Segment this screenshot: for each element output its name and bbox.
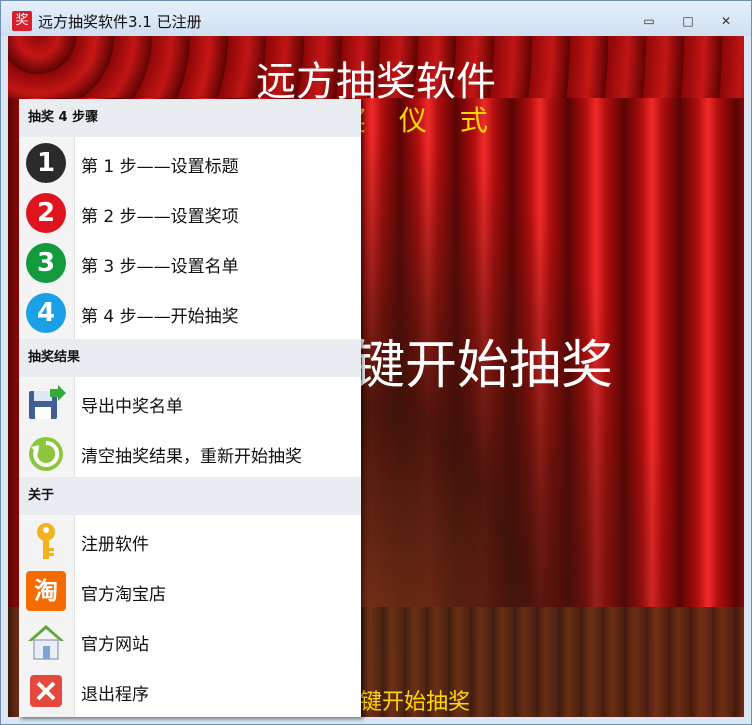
menu-item-taobao[interactable]: 淘 官方淘宝店 [19, 566, 361, 616]
menu-item-label: 第 1 步——设置标题 [81, 157, 239, 177]
menu-item-step-2[interactable]: 2 第 2 步——设置奖项 [19, 188, 361, 238]
context-menu: 抽奖 4 步骤 1 第 1 步——设置标题 2 第 2 步——设置奖项 3 第 … [19, 99, 361, 717]
refresh-icon [29, 437, 63, 471]
menu-item-step-1[interactable]: 1 第 1 步——设置标题 [19, 138, 361, 188]
menu-item-clear-results[interactable]: 清空抽奖结果，重新开始抽奖 [19, 428, 361, 478]
window-title: 远方抽奖软件3.1 已注册 [38, 13, 202, 31]
maximize-button[interactable]: □ [677, 12, 699, 30]
taobao-icon: 淘 [26, 571, 66, 611]
title-bar[interactable]: 奖 远方抽奖软件3.1 已注册 ▭ □ ✕ [1, 1, 751, 36]
menu-item-label: 第 2 步——设置奖项 [81, 207, 239, 227]
stage-main-text: 键开始抽奖 [353, 336, 614, 396]
number-3-icon: 3 [26, 243, 66, 283]
menu-item-label: 官方淘宝店 [81, 585, 166, 605]
menu-item-label: 注册软件 [81, 535, 149, 555]
key-icon [37, 523, 55, 559]
menu-header-about: 关于 [19, 477, 361, 515]
menu-item-label: 官方网站 [81, 635, 149, 655]
export-save-icon [29, 385, 66, 419]
menu-item-export[interactable]: 导出中奖名单 [19, 378, 361, 428]
close-button[interactable]: ✕ [715, 12, 737, 30]
menu-header-results: 抽奖结果 [19, 339, 361, 377]
home-icon [28, 625, 64, 660]
exit-icon [30, 675, 62, 707]
menu-item-step-4[interactable]: 4 第 4 步——开始抽奖 [19, 288, 361, 338]
menu-item-website[interactable]: 官方网站 [19, 616, 361, 666]
menu-item-label: 第 3 步——设置名单 [81, 257, 239, 277]
app-window: 奖 远方抽奖软件3.1 已注册 ▭ □ ✕ 远方抽奖软件 奖 仪 式 键开始抽奖… [0, 0, 752, 725]
minimize-button[interactable]: ▭ [638, 12, 660, 30]
menu-header-steps: 抽奖 4 步骤 [19, 99, 361, 137]
menu-item-label: 导出中奖名单 [81, 397, 183, 417]
menu-item-label: 清空抽奖结果，重新开始抽奖 [81, 447, 302, 467]
stage-subtitle: 奖 仪 式 [338, 104, 500, 137]
number-1-icon: 1 [26, 143, 66, 183]
menu-item-label: 退出程序 [81, 685, 149, 705]
menu-item-step-3[interactable]: 3 第 3 步——设置名单 [19, 238, 361, 288]
menu-item-label: 第 4 步——开始抽奖 [81, 307, 239, 327]
number-4-icon: 4 [26, 293, 66, 333]
number-2-icon: 2 [26, 193, 66, 233]
menu-item-register[interactable]: 注册软件 [19, 516, 361, 566]
app-icon: 奖 [12, 11, 32, 31]
menu-item-exit[interactable]: 退出程序 [19, 666, 361, 716]
